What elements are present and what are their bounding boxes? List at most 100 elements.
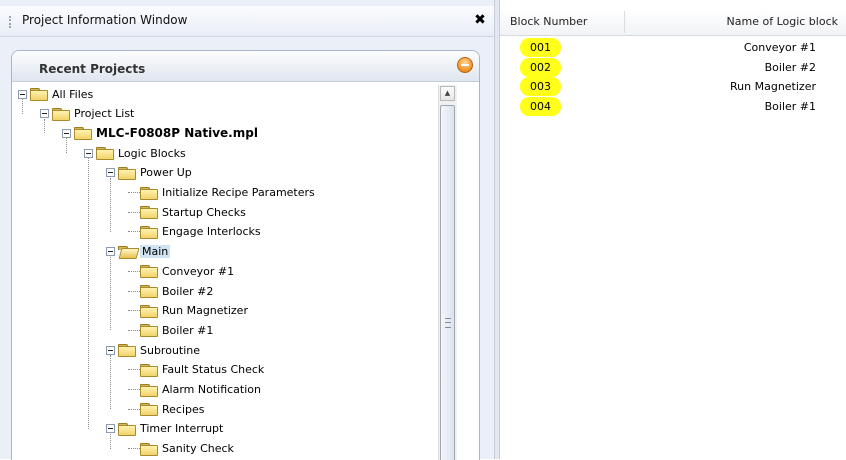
- tree-connector: [110, 433, 111, 449]
- tree-item[interactable]: Timer Interrupt: [106, 420, 223, 438]
- tree-connector: [128, 369, 140, 371]
- tree-connector: [44, 118, 45, 134]
- logic-block-name-cell: Conveyor #1: [743, 41, 816, 54]
- tree-item-label: Fault Status Check: [162, 363, 265, 377]
- collapse-toggle-icon[interactable]: [40, 109, 49, 119]
- tree-connector: [128, 329, 140, 331]
- tree-item[interactable]: Main: [106, 243, 171, 261]
- folder-icon: [96, 147, 114, 161]
- tree-item-label: Engage Interlocks: [162, 225, 261, 239]
- collapse-toggle-icon[interactable]: [106, 345, 115, 355]
- recent-projects-panel: Recent Projects All Files Project List MLC…: [11, 50, 480, 460]
- folder-icon: [52, 107, 70, 121]
- tree-item[interactable]: Boiler #2: [128, 282, 213, 300]
- block-number-cell: 001: [520, 38, 561, 57]
- tree-connector: [128, 231, 140, 233]
- collapse-toggle-icon[interactable]: [106, 424, 115, 434]
- logic-block-name-cell: Boiler #1: [764, 99, 816, 113]
- folder-icon: [140, 403, 158, 417]
- tree-item-label: Startup Checks: [162, 205, 246, 219]
- table-row[interactable]: 002 Boiler #2: [500, 57, 846, 77]
- drag-grip-icon[interactable]: [9, 16, 13, 28]
- column-header-block-number[interactable]: Block Number: [510, 9, 587, 35]
- folder-icon: [140, 363, 158, 377]
- tree-item-label: Power Up: [140, 166, 192, 180]
- table-row[interactable]: 004 Boiler #1: [500, 96, 846, 116]
- collapse-toggle-icon[interactable]: [106, 168, 115, 178]
- logic-block-name-cell: Run Magnetizer: [730, 80, 816, 93]
- tree-scrollbar[interactable]: ▲: [438, 85, 457, 460]
- tree-item[interactable]: Project List: [40, 105, 134, 123]
- tree-item[interactable]: Engage Interlocks: [128, 223, 261, 241]
- tree-connector: [128, 270, 140, 272]
- logic-block-table: Block Number Name of Logic block 001 Conv…: [500, 0, 846, 459]
- folder-icon: [118, 245, 140, 259]
- project-info-pane: Project Information Window ✖ Recent Proj…: [0, 0, 494, 460]
- tree-connector: [128, 211, 140, 213]
- folder-icon: [30, 88, 48, 101]
- tree-item-label: Conveyor #1: [162, 264, 235, 278]
- tree-connector: [110, 177, 111, 232]
- tree-connector: [22, 99, 23, 114]
- folder-icon: [118, 422, 136, 436]
- tree-item[interactable]: Subroutine: [106, 341, 200, 359]
- tree-item-label: Initialize Recipe Parameters: [162, 186, 315, 199]
- tree-item-label: Alarm Notification: [162, 383, 261, 396]
- tree-item[interactable]: Run Magnetizer: [128, 302, 248, 320]
- tree-item-label: Sanity Check: [162, 442, 234, 456]
- tree-item[interactable]: Power Up: [106, 164, 192, 182]
- tree-item[interactable]: Startup Checks: [128, 203, 246, 221]
- table-header: Block Number Name of Logic block: [500, 9, 846, 36]
- tree-item-label: Recipes: [162, 402, 205, 416]
- tree-item[interactable]: Conveyor #1: [128, 262, 234, 280]
- column-header-logic-block-name[interactable]: Name of Logic block: [727, 9, 838, 35]
- tree-item-label: Run Magnetizer: [162, 304, 248, 318]
- folder-icon: [140, 225, 158, 239]
- folder-icon: [118, 344, 136, 358]
- folder-icon: [140, 383, 158, 397]
- tree-item[interactable]: Logic Blocks: [84, 144, 186, 162]
- table-row[interactable]: 001 Conveyor #1: [500, 38, 846, 57]
- tree-item-label: Main: [140, 245, 171, 259]
- scroll-up-icon[interactable]: ▲: [440, 86, 455, 101]
- collapse-panel-icon[interactable]: [457, 57, 473, 73]
- recent-projects-title: Recent Projects: [39, 62, 146, 76]
- block-number-cell: 003: [520, 77, 561, 96]
- tree-item[interactable]: Alarm Notification: [128, 381, 261, 399]
- tree-item[interactable]: Boiler #1: [128, 321, 213, 339]
- window-title-bar[interactable]: Project Information Window ✖: [0, 6, 494, 37]
- tree-connector: [110, 355, 111, 410]
- folder-icon: [140, 265, 158, 279]
- collapse-toggle-icon[interactable]: [106, 247, 115, 257]
- close-icon[interactable]: ✖: [472, 12, 488, 28]
- collapse-toggle-icon[interactable]: [18, 89, 27, 99]
- tree-item-label: MLC-F0808P Native.mpl: [96, 126, 258, 141]
- tree-item-label: Logic Blocks: [118, 146, 186, 160]
- tree-item[interactable]: Recipes: [128, 400, 205, 418]
- tree-item-label: Subroutine: [140, 343, 201, 357]
- tree-item[interactable]: Initialize Recipe Parameters: [128, 184, 315, 202]
- recent-projects-header: Recent Projects: [12, 51, 479, 82]
- window-title: Project Information Window: [22, 13, 188, 27]
- tree-connector: [66, 138, 67, 154]
- tree-item[interactable]: Fault Status Check: [128, 361, 264, 379]
- folder-icon: [140, 186, 158, 200]
- logic-block-name-cell: Boiler #2: [764, 60, 816, 74]
- folder-icon: [140, 285, 158, 298]
- tree-connector: [88, 158, 89, 429]
- tree-item-label: Boiler #2: [162, 284, 214, 298]
- folder-icon: [140, 206, 158, 220]
- table-row[interactable]: 003 Run Magnetizer: [500, 77, 846, 96]
- block-number-cell: 004: [520, 96, 561, 116]
- folder-icon: [118, 166, 136, 180]
- column-separator[interactable]: [624, 11, 625, 33]
- tree-item[interactable]: MLC-F0808P Native.mpl: [62, 124, 258, 142]
- tree-item[interactable]: All Files: [18, 85, 93, 103]
- folder-icon: [74, 127, 92, 141]
- collapse-toggle-icon[interactable]: [84, 148, 93, 158]
- tree-connector: [128, 408, 140, 410]
- collapse-toggle-icon[interactable]: [62, 128, 71, 138]
- tree-connector: [128, 448, 140, 450]
- tree-item[interactable]: Sanity Check: [128, 440, 234, 458]
- scroll-thumb[interactable]: [440, 105, 455, 460]
